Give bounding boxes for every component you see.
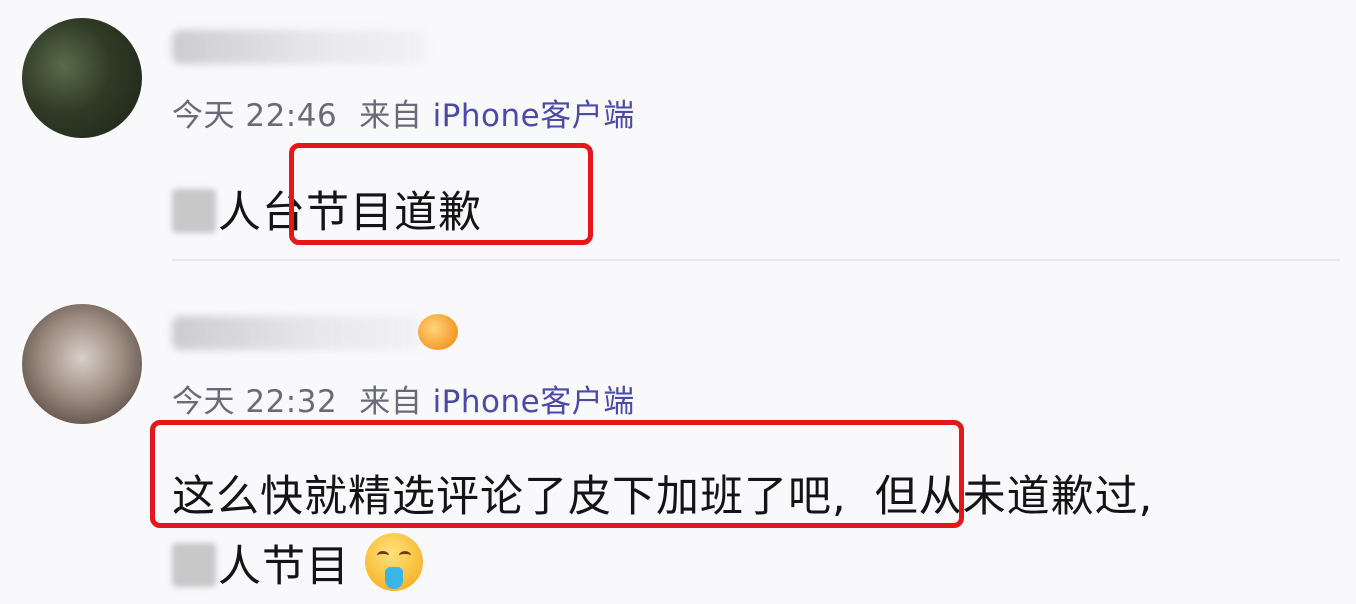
avatar[interactable]: [22, 18, 142, 138]
comment-from: 来自: [359, 384, 423, 420]
username-blurred[interactable]: [172, 316, 422, 350]
avatar[interactable]: [22, 304, 142, 424]
username-blurred[interactable]: [172, 30, 427, 64]
comment-client: iPhone客户端: [432, 98, 635, 134]
comment-meta: 今天 22:46 来自 iPhone客户端: [172, 90, 635, 135]
comment-text: 人节目: [218, 542, 350, 592]
comment-time: 22:32: [245, 384, 338, 420]
comment-item-2: 今天 22:32 来自 iPhone客户端 这么快就精选评论了皮下加班了吧, 但从未…: [0, 262, 1356, 604]
comment-day: 今天: [172, 384, 235, 420]
comment-day: 今天: [172, 98, 235, 134]
highlight-box: [289, 143, 593, 245]
comment-item-1: 今天 22:46 来自 iPhone客户端 人台节目道歉: [0, 0, 1356, 262]
highlight-box: [150, 420, 964, 528]
comment-time: 22:46: [245, 98, 338, 134]
comment-meta: 今天 22:32 来自 iPhone客户端: [172, 376, 635, 421]
comment-content-line-2: 人节目: [172, 532, 423, 594]
comment-divider: [172, 259, 1340, 261]
fish-emoji-icon: [418, 314, 458, 350]
comment-client: iPhone客户端: [432, 384, 635, 420]
censored-char: [172, 543, 216, 587]
vomit-face-emoji-icon: [364, 533, 423, 591]
censored-char: [172, 189, 216, 233]
comment-from: 来自: [359, 98, 423, 134]
